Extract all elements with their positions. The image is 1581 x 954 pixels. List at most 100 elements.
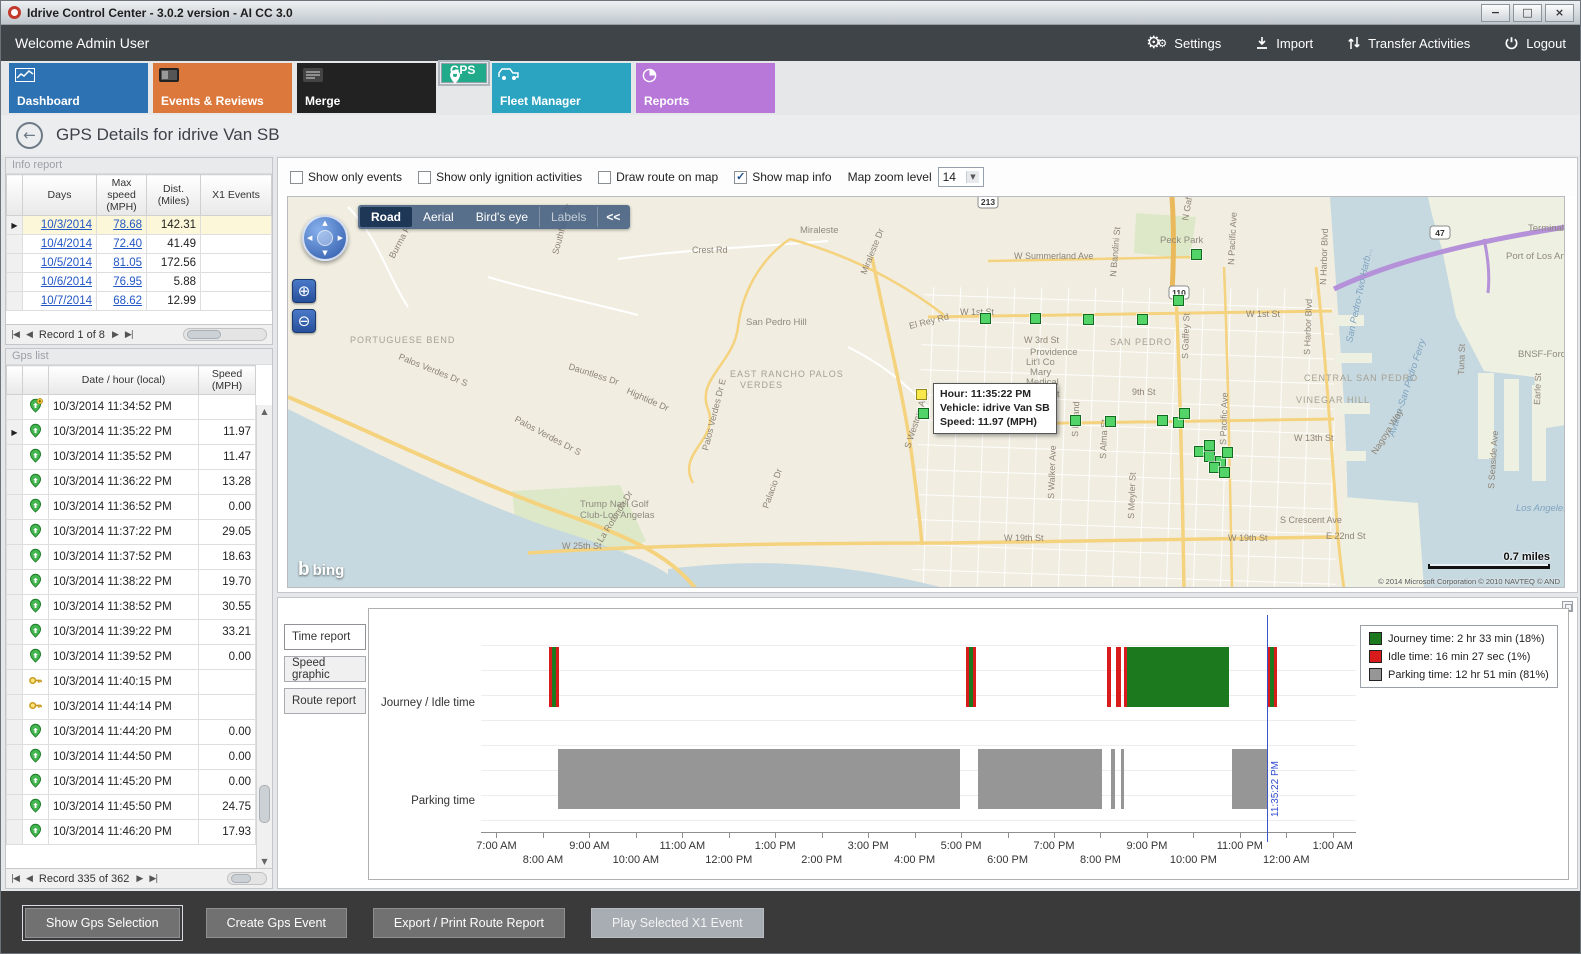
- checkbox-show-only-events[interactable]: Show only events: [290, 170, 402, 184]
- back-button[interactable]: ←: [16, 122, 43, 149]
- tab-time-report[interactable]: Time report: [284, 624, 366, 650]
- tab-route-report[interactable]: Route report: [284, 688, 366, 714]
- gps-marker[interactable]: [1219, 467, 1230, 478]
- max-speed-link[interactable]: 76.95: [113, 276, 142, 288]
- action-transfer[interactable]: Transfer Activities: [1347, 36, 1470, 51]
- map-view-labels[interactable]: Labels: [539, 207, 598, 227]
- checkbox-draw-route-on-map[interactable]: Draw route on map: [598, 170, 718, 184]
- date-link[interactable]: 10/6/2014: [41, 276, 92, 288]
- gps-marker[interactable]: [1204, 451, 1215, 462]
- gps-marker[interactable]: [1137, 314, 1148, 325]
- map-view-bird-s-eye[interactable]: Bird's eye: [465, 207, 539, 227]
- map-view-road[interactable]: Road: [360, 207, 412, 227]
- gps-list-row[interactable]: 10/3/2014 11:44:20 PM0.00: [7, 720, 256, 745]
- gps-marker[interactable]: [1070, 415, 1081, 426]
- pan-north-icon[interactable]: ▲: [322, 219, 327, 227]
- gps-list-row[interactable]: ▶10/3/2014 11:35:22 PM11.97: [7, 420, 256, 445]
- gps-list-row[interactable]: 10/3/2014 11:39:52 PM0.00: [7, 645, 256, 670]
- max-speed-link[interactable]: 78.68: [113, 219, 142, 231]
- gps-list-row[interactable]: 10/3/2014 11:45:20 PM0.00: [7, 770, 256, 795]
- checkbox-show-map-info[interactable]: ✓Show map info: [734, 170, 831, 184]
- maximize-button[interactable]: □: [1513, 4, 1542, 22]
- action-settings[interactable]: ⚙⚙Settings: [1146, 33, 1221, 53]
- info-report-row[interactable]: 10/7/201468.6212.99: [7, 292, 272, 311]
- gps-marker[interactable]: [1222, 447, 1233, 458]
- gps-marker[interactable]: [1157, 415, 1168, 426]
- gps-marker[interactable]: [1083, 314, 1094, 325]
- map-zoom-select[interactable]: 14▼: [938, 167, 984, 187]
- nav-tile-fleet[interactable]: Fleet Manager: [492, 63, 631, 113]
- scroll-down-icon[interactable]: ▼: [257, 857, 272, 866]
- pan-south-icon[interactable]: ▼: [322, 249, 327, 257]
- map-canvas[interactable]: MiralestePeck ParkW Summerland AveCrest …: [287, 196, 1565, 588]
- scroll-up-icon[interactable]: ▲: [257, 407, 272, 416]
- footer-button-create-gps-event[interactable]: Create Gps Event: [206, 908, 347, 938]
- map-collapse-button[interactable]: <<: [598, 207, 628, 227]
- nav-tile-merge[interactable]: Merge: [297, 63, 436, 113]
- gps-marker[interactable]: [1173, 295, 1184, 306]
- gps-marker[interactable]: [1030, 313, 1041, 324]
- checkbox-show-only-ignition-activities[interactable]: Show only ignition activities: [418, 170, 582, 184]
- pager-nav-button[interactable]: ▶: [112, 330, 118, 340]
- gps-list-row[interactable]: 10/3/2014 11:36:22 PM13.28: [7, 470, 256, 495]
- pager-nav-button[interactable]: ▶|: [149, 874, 157, 884]
- gps-list-row[interactable]: 10/3/2014 11:38:52 PM30.55: [7, 595, 256, 620]
- gps-marker[interactable]: [1191, 249, 1202, 260]
- gps-list-row[interactable]: 10/3/2014 11:37:22 PM29.05: [7, 520, 256, 545]
- gps-list-row[interactable]: 10/3/2014 11:44:50 PM0.00: [7, 745, 256, 770]
- horizontal-scrollbar[interactable]: [183, 328, 267, 341]
- info-report-row[interactable]: 10/5/201481.05172.56: [7, 254, 272, 273]
- zoom-out-button[interactable]: ⊖: [292, 309, 316, 333]
- info-report-row[interactable]: 10/6/201476.955.88: [7, 273, 272, 292]
- map-view-aerial[interactable]: Aerial: [412, 207, 465, 227]
- footer-button-show-gps-selection[interactable]: Show Gps Selection: [25, 908, 180, 938]
- pager-nav-button[interactable]: |◀: [11, 330, 19, 340]
- action-import[interactable]: Import: [1255, 36, 1313, 51]
- gps-list-row[interactable]: 10/3/2014 11:39:22 PM33.21: [7, 620, 256, 645]
- tab-speed-graphic[interactable]: Speed graphic: [284, 656, 366, 682]
- vertical-scrollbar[interactable]: ▲ ▼: [256, 405, 272, 868]
- info-report-row[interactable]: 10/4/201472.4041.49: [7, 235, 272, 254]
- pan-east-icon[interactable]: ▶: [338, 234, 343, 242]
- gps-marker[interactable]: [1105, 416, 1116, 427]
- nav-tile-dashboard[interactable]: Dashboard: [9, 63, 148, 113]
- date-link[interactable]: 10/3/2014: [41, 219, 92, 231]
- gps-list-row[interactable]: 10/3/2014 11:37:52 PM18.63: [7, 545, 256, 570]
- max-speed-link[interactable]: 68.62: [113, 295, 142, 307]
- nav-tile-gps[interactable]: GPS: [441, 63, 487, 83]
- pan-west-icon[interactable]: ◀: [307, 234, 312, 242]
- pager-nav-button[interactable]: ◀: [26, 330, 32, 340]
- map-compass-control[interactable]: ▲ ▼ ◀ ▶: [302, 215, 348, 261]
- gps-list-row[interactable]: 10/3/2014 11:35:52 PM11.47: [7, 445, 256, 470]
- max-speed-link[interactable]: 81.05: [113, 257, 142, 269]
- scrollbar-thumb[interactable]: [231, 874, 251, 883]
- info-report-row[interactable]: ▶10/3/201478.68142.31: [7, 216, 272, 235]
- pager-nav-button[interactable]: ▶: [136, 874, 142, 884]
- compass-center[interactable]: [317, 230, 333, 246]
- scrollbar-thumb[interactable]: [259, 785, 270, 823]
- max-speed-link[interactable]: 72.40: [113, 238, 142, 250]
- nav-tile-events[interactable]: Events & Reviews: [153, 63, 292, 113]
- selected-gps-marker[interactable]: [916, 389, 927, 400]
- horizontal-scrollbar[interactable]: [227, 872, 267, 885]
- pager-nav-button[interactable]: ▶|: [125, 330, 133, 340]
- gps-list-row[interactable]: 10/3/2014 11:46:20 PM17.93: [7, 820, 256, 845]
- action-logout[interactable]: Logout: [1504, 36, 1566, 51]
- pager-nav-button[interactable]: |◀: [11, 874, 19, 884]
- gps-marker[interactable]: [918, 408, 929, 419]
- date-link[interactable]: 10/4/2014: [41, 238, 92, 250]
- gps-marker[interactable]: [1204, 440, 1215, 451]
- close-button[interactable]: ×: [1545, 4, 1574, 22]
- footer-button-play-selected-x1-event[interactable]: Play Selected X1 Event: [591, 908, 764, 938]
- footer-button-export-print-route-report[interactable]: Export / Print Route Report: [373, 908, 565, 938]
- gps-list-row[interactable]: 10/3/2014 11:36:52 PM0.00: [7, 495, 256, 520]
- gps-marker[interactable]: [980, 313, 991, 324]
- date-link[interactable]: 10/5/2014: [41, 257, 92, 269]
- gps-marker[interactable]: [1179, 408, 1190, 419]
- pager-nav-button[interactable]: ◀: [26, 874, 32, 884]
- scrollbar-thumb[interactable]: [187, 330, 221, 339]
- minimize-button[interactable]: −: [1481, 4, 1510, 22]
- gps-list-row[interactable]: 10/3/2014 11:44:14 PM: [7, 695, 256, 720]
- date-link[interactable]: 10/7/2014: [41, 295, 92, 307]
- gps-list-row[interactable]: 10/3/2014 11:38:22 PM19.70: [7, 570, 256, 595]
